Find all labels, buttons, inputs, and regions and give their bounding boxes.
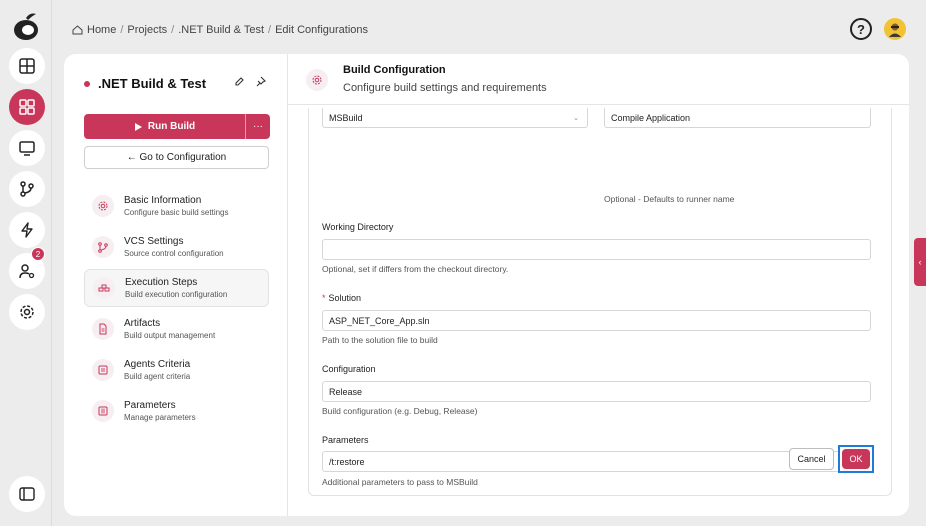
step-name-hint: Optional - Defaults to runner name — [604, 194, 735, 204]
run-build-button-group: Run Build ··· — [84, 114, 270, 139]
agent-icon — [92, 359, 114, 381]
grid-icon — [19, 99, 35, 115]
collapse-sidebar-button[interactable] — [9, 476, 45, 512]
pin-icon[interactable] — [255, 76, 266, 87]
monitor-icon — [19, 141, 35, 156]
nav-title: VCS Settings — [124, 236, 184, 247]
nav-title: Execution Steps — [125, 277, 198, 288]
home-icon — [72, 25, 83, 35]
top-right-actions: ? — [850, 18, 906, 40]
breadcrumb-separator: / — [171, 24, 175, 36]
configuration-input[interactable]: Release — [322, 381, 871, 402]
required-marker: * — [322, 293, 326, 303]
monitor-nav-button[interactable] — [9, 130, 45, 166]
nav-subtitle: Build agent criteria — [124, 372, 191, 381]
git-branch-icon — [92, 236, 114, 258]
nav-subtitle: Configure basic build settings — [124, 208, 229, 217]
gear-icon — [92, 195, 114, 217]
solution-label-text: Solution — [328, 293, 362, 303]
nav-title: Parameters — [124, 400, 176, 411]
parameters-hint: Additional parameters to pass to MSBuild — [322, 477, 478, 487]
sidebar-item-artifacts[interactable]: Artifacts Build output management — [84, 310, 269, 348]
sidebar-item-agents-criteria[interactable]: Agents Criteria Build agent criteria — [84, 351, 269, 389]
parameters-label: Parameters — [322, 435, 369, 445]
git-branch-icon — [20, 181, 34, 197]
breadcrumb-current: Edit Configurations — [275, 24, 369, 36]
notification-badge: 2 — [31, 247, 45, 261]
solution-input[interactable]: ASP_NET_Core_App.sln — [322, 310, 871, 331]
nav-subtitle: Build execution configuration — [125, 290, 228, 299]
play-icon — [134, 122, 142, 131]
panel-subtitle: Configure build settings and requirement… — [343, 82, 547, 94]
working-directory-input[interactable] — [322, 239, 871, 260]
working-directory-label: Working Directory — [322, 222, 394, 232]
project-title-text: .NET Build & Test — [98, 76, 207, 91]
sidebar-item-execution-steps[interactable]: Execution Steps Build execution configura… — [84, 269, 269, 307]
working-directory-hint: Optional, set if differs from the checko… — [322, 264, 509, 274]
config-sidebar: .NET Build & Test Run Build ··· ← Go to … — [64, 54, 288, 516]
runner-type-select[interactable]: MSBuild ⌄ — [322, 108, 588, 128]
runner-type-value: MSBuild — [329, 113, 363, 123]
nav-title: Agents Criteria — [124, 359, 191, 370]
user-settings-nav-button[interactable]: 2 — [9, 247, 45, 289]
breadcrumb-project[interactable]: .NET Build & Test — [178, 24, 264, 36]
panel-title: Build Configuration — [343, 64, 446, 76]
solution-label: * Solution — [322, 293, 361, 303]
edit-icon[interactable] — [234, 76, 245, 87]
breadcrumb-separator: / — [120, 24, 124, 36]
sliders-icon — [92, 400, 114, 422]
status-dot — [84, 80, 90, 87]
triggers-nav-button[interactable] — [9, 212, 45, 248]
step-name-input[interactable]: Compile Application — [604, 108, 871, 128]
run-build-label: Run Build — [147, 121, 196, 132]
ok-button-label: OK — [842, 449, 870, 469]
breadcrumb-projects[interactable]: Projects — [127, 24, 167, 36]
main-card: .NET Build & Test Run Build ··· ← Go to … — [64, 54, 909, 516]
panel-header: Build Configuration Configure build sett… — [288, 54, 909, 105]
configuration-hint: Build configuration (e.g. Debug, Release… — [322, 406, 478, 416]
breadcrumb: Home / Projects / .NET Build & Test / Ed… — [72, 24, 368, 36]
breadcrumb-separator: / — [268, 24, 272, 36]
steps-icon — [93, 277, 115, 299]
sidebar-toggle-icon — [19, 487, 35, 501]
settings-nav-button[interactable] — [9, 294, 45, 330]
ok-button[interactable]: OK — [838, 445, 874, 473]
project-title: .NET Build & Test — [84, 76, 206, 91]
gear-icon — [20, 305, 34, 319]
app-logo[interactable] — [12, 10, 40, 42]
vcs-nav-button[interactable] — [9, 171, 45, 207]
nav-title: Basic Information — [124, 195, 202, 206]
chevron-down-icon: ⌄ — [573, 115, 579, 122]
user-gear-icon — [19, 264, 35, 279]
solution-hint: Path to the solution file to build — [322, 335, 438, 345]
sidebar-item-basic-information[interactable]: Basic Information Configure basic build s… — [84, 187, 269, 225]
run-build-button[interactable]: Run Build — [84, 114, 246, 139]
build-step-form: MSBuild ⌄ Compile Application Optional -… — [308, 108, 892, 496]
go-to-configuration-button[interactable]: ← Go to Configuration — [84, 146, 269, 169]
collapse-panel-tab[interactable]: ‹ — [914, 238, 926, 286]
projects-nav-button[interactable] — [9, 89, 45, 125]
sidebar-item-parameters[interactable]: Parameters Manage parameters — [84, 392, 269, 430]
dashboard-nav-button[interactable] — [9, 48, 45, 84]
configuration-label: Configuration — [322, 364, 376, 374]
layout-icon — [19, 58, 35, 74]
nav-subtitle: Build output management — [124, 331, 216, 340]
left-rail: 2 — [0, 0, 52, 526]
gear-icon — [306, 69, 328, 91]
step-name-value: Compile Application — [611, 113, 691, 123]
run-build-more-button[interactable]: ··· — [246, 114, 270, 139]
user-avatar-icon — [889, 23, 901, 37]
lightning-icon — [21, 222, 33, 238]
nav-title: Artifacts — [124, 318, 161, 329]
avatar[interactable] — [884, 18, 906, 40]
project-title-actions — [234, 76, 266, 87]
file-icon — [92, 318, 114, 340]
nav-subtitle: Manage parameters — [124, 413, 196, 422]
breadcrumb-home[interactable]: Home — [87, 24, 116, 36]
cancel-button[interactable]: Cancel — [789, 448, 834, 470]
nav-subtitle: Source control configuration — [124, 249, 224, 258]
sidebar-item-vcs-settings[interactable]: VCS Settings Source control configuration — [84, 228, 269, 266]
help-icon[interactable]: ? — [850, 18, 872, 40]
